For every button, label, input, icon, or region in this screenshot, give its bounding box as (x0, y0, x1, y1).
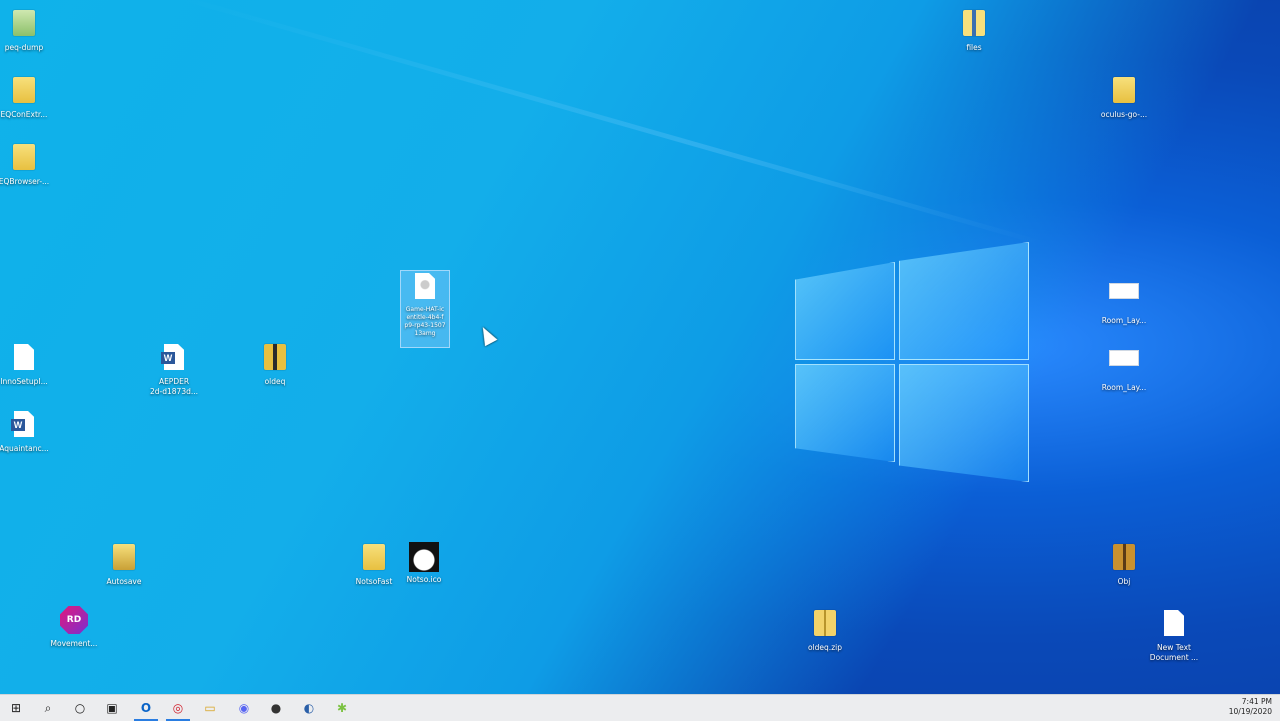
zip-folder-icon (810, 610, 840, 640)
desktop-icon-autosave[interactable]: Autosave (94, 542, 154, 587)
folder-icon (1109, 77, 1139, 107)
desktop-icon-innosetup[interactable]: InnoSetupI... (0, 342, 54, 387)
application-icon (9, 10, 39, 40)
folder-icon (260, 344, 290, 374)
document-icon (9, 344, 39, 374)
image-file-icon (1109, 283, 1139, 313)
opera-icon[interactable]: ◎ (162, 695, 194, 721)
desktop-icon-notso-ico[interactable]: Notso.ico (394, 542, 454, 585)
folder-icon (9, 77, 39, 107)
search-icon[interactable]: ⌕ (32, 695, 64, 721)
folder-icon (109, 544, 139, 574)
file-explorer-icon[interactable]: ▭ (194, 695, 226, 721)
folder-icon (959, 10, 989, 40)
desktop-icon-room-layout-2[interactable]: Room_Lay... (1094, 342, 1154, 393)
image-file-icon (1109, 350, 1139, 380)
desktop-icon-oldeq-zip[interactable]: oldeq.zip (795, 608, 855, 653)
browser-icon[interactable]: ◐ (293, 695, 325, 721)
desktop-icon-eqbrowser[interactable]: EQBrowser-... (0, 142, 54, 187)
word-document-icon: W (9, 411, 39, 441)
desktop-icon-new-text-document[interactable]: New Text Document ... (1144, 608, 1204, 663)
system-clock[interactable]: 7:41 PM 10/19/2020 (1229, 697, 1272, 717)
desktop-icon-peq-dump[interactable]: peq-dump (0, 8, 54, 53)
desktop-icon-aquaintance[interactable]: W Aquaintanc... (0, 409, 54, 454)
text-document-icon (1159, 610, 1189, 640)
desktop-icon-movement[interactable]: RD Movement... (44, 606, 104, 649)
windows-start-icon[interactable]: ⊞ (0, 695, 32, 721)
desktop-icon-eqconextr[interactable]: EQConExtr... (0, 75, 54, 120)
rider-app-icon: RD (59, 606, 89, 636)
ico-file-icon (409, 542, 439, 572)
desktop-icon-game-image-selected[interactable]: Game-HAT-ic entitle-4b4-f p9-rp43-1507 1… (400, 270, 450, 348)
folder-icon (359, 544, 389, 574)
taskbar: ⊞ ⌕ ○ ▣ O ◎ ▭ ◉ ● ◐ ✱ 7:41 PM 10/19/2020 (0, 694, 1280, 721)
mouse-cursor-icon (476, 323, 498, 347)
disc-image-icon (410, 273, 440, 303)
clock-time: 7:41 PM (1241, 697, 1272, 706)
folder-icon (1109, 544, 1139, 574)
wallpaper-light-beam (180, 0, 1040, 245)
desktop-icon-files[interactable]: files (944, 8, 1004, 53)
desktop-icon-oldeq[interactable]: oldeq (245, 342, 305, 387)
desktop-icon-aepder[interactable]: W AEPDER 2d-d1873d... (144, 342, 204, 397)
task-view-icon[interactable]: ▣ (96, 695, 128, 721)
android-studio-icon[interactable]: ✱ (326, 695, 358, 721)
folder-icon (9, 144, 39, 174)
discord-icon[interactable]: ◉ (228, 695, 260, 721)
windows-logo-wallpaper (795, 242, 1029, 482)
outlook-icon[interactable]: O (130, 695, 162, 721)
clock-date: 10/19/2020 (1228, 707, 1272, 716)
desktop-icon-room-layout-1[interactable]: Room_Lay... (1094, 275, 1154, 326)
desktop-icon-obj[interactable]: Obj (1094, 542, 1154, 587)
cortana-icon[interactable]: ○ (64, 695, 96, 721)
desktop-icon-oculus-go[interactable]: oculus-go-... (1094, 75, 1154, 120)
obs-icon[interactable]: ● (260, 695, 292, 721)
word-document-icon: W (159, 344, 189, 374)
